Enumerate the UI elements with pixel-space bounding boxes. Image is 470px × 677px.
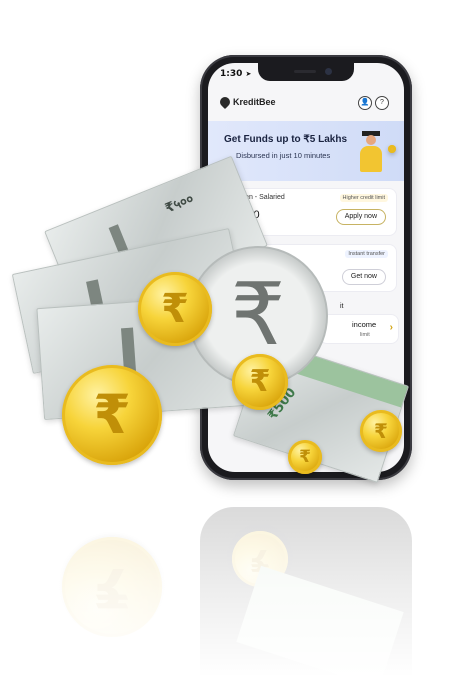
income-card[interactable]: income limit › — [320, 315, 398, 343]
mirror-reflection: ₹ ₹ — [0, 485, 470, 677]
figure-head — [366, 135, 376, 145]
banner-title: Get Funds up to ₹5 Lakhs — [224, 134, 348, 145]
figure-body — [360, 146, 382, 172]
rupee-coin-icon: ₹ — [360, 410, 402, 452]
card-tag: Higher credit limit — [339, 194, 388, 202]
logo-mark-icon — [217, 94, 233, 110]
get-now-button[interactable]: Get now — [341, 269, 386, 285]
logo-text: KreditBee — [233, 97, 276, 107]
help-icon[interactable]: ? — [375, 96, 389, 110]
app-header: KreditBee 👤 ? — [208, 91, 404, 115]
chevron-right-icon: › — [389, 322, 393, 333]
kreditbee-logo[interactable]: KreditBee — [217, 94, 276, 110]
note-denomination: ₹५०० — [163, 191, 196, 217]
status-time: 1:30 ➤ — [220, 69, 251, 79]
speaker — [294, 70, 316, 73]
location-arrow-icon: ➤ — [245, 70, 252, 78]
rupee-coin-icon: ₹ — [138, 272, 212, 346]
income-subtext: limit — [360, 332, 370, 338]
reflection-fade — [0, 485, 470, 677]
graduate-illustration — [354, 131, 396, 177]
small-coin-icon — [388, 145, 396, 153]
time-text: 1:30 — [220, 69, 243, 79]
camera-icon — [325, 68, 332, 75]
user-icon[interactable]: 👤 — [358, 96, 372, 110]
banner-subtitle: Disbursed in just 10 minutes — [236, 151, 331, 160]
apply-now-button[interactable]: Apply now — [335, 209, 386, 225]
rupee-coin-icon: ₹ — [62, 365, 162, 465]
rupee-coin-icon: ₹ — [232, 354, 288, 410]
card-tag: Instant transfer — [345, 250, 388, 258]
phone-notch — [258, 63, 354, 81]
rupee-coin-icon: ₹ — [288, 440, 322, 474]
section-label: it — [340, 303, 344, 310]
income-title: income — [352, 320, 377, 329]
